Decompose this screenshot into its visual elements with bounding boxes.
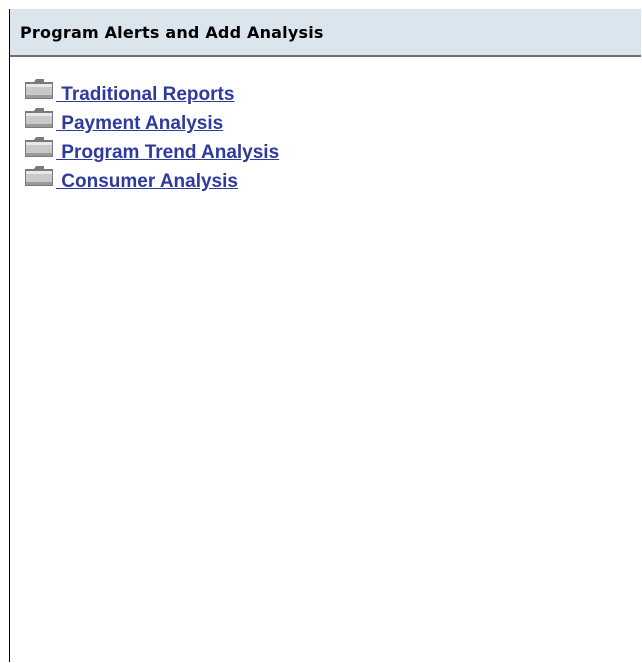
folder-icon[interactable]: [24, 165, 54, 187]
traditional-reports-link[interactable]: Traditional Reports: [56, 84, 234, 106]
folder-item-payment-analysis[interactable]: Payment Analysis: [24, 106, 279, 135]
folder-item-traditional-reports[interactable]: Traditional Reports: [24, 77, 279, 106]
folder-icon[interactable]: [24, 136, 54, 158]
payment-analysis-link[interactable]: Payment Analysis: [56, 113, 223, 135]
folder-item-consumer-analysis[interactable]: Consumer Analysis: [24, 164, 279, 193]
panel-title: Program Alerts and Add Analysis: [20, 22, 324, 42]
folder-icon[interactable]: [24, 78, 54, 100]
folder-item-program-trend-analysis[interactable]: Program Trend Analysis: [24, 135, 279, 164]
panel-header: Program Alerts and Add Analysis: [10, 9, 641, 57]
folder-icon[interactable]: [24, 107, 54, 129]
folder-list: Traditional Reports Payment Analysis Pro…: [24, 77, 279, 193]
program-alerts-panel: Program Alerts and Add Analysis Traditio…: [9, 9, 641, 662]
consumer-analysis-link[interactable]: Consumer Analysis: [56, 171, 238, 193]
program-trend-analysis-link[interactable]: Program Trend Analysis: [56, 142, 279, 164]
